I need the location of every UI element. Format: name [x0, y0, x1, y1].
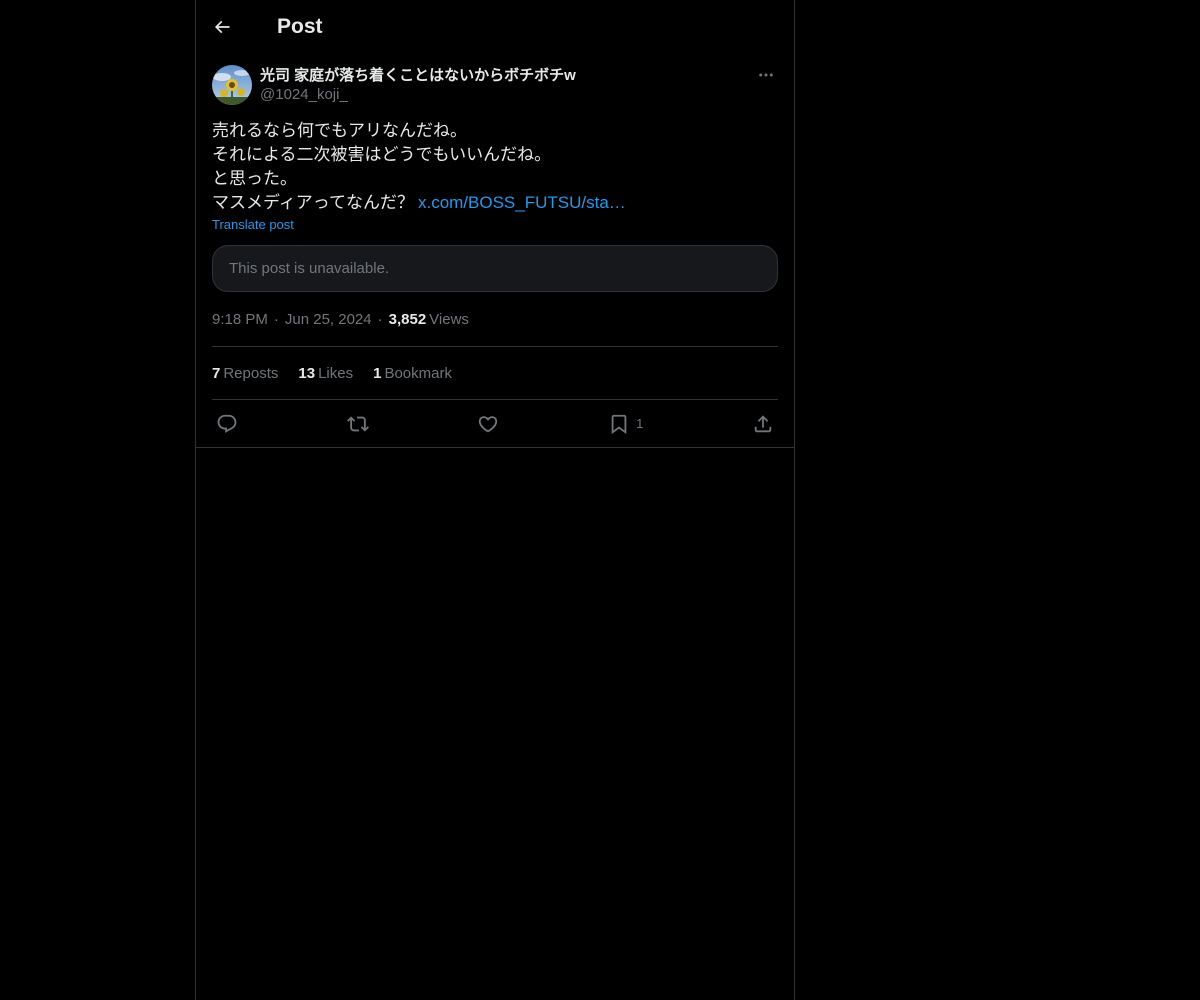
quoted-post-unavailable: This post is unavailable.: [212, 245, 778, 292]
post-metadata: 9:18 PM · Jun 25, 2024 · 3,852 Views: [212, 292, 778, 347]
separator-dot: ·: [273, 310, 279, 328]
bookmarks-label: Bookmark: [384, 364, 452, 382]
post-text: 売れるなら何でもアリなんだね。 それによる二次被害はどうでもいいんだね。 と思っ…: [212, 119, 778, 215]
bookmarks-count: 1: [373, 364, 382, 382]
page-header: Post: [196, 0, 794, 53]
likes-count: 13: [298, 364, 316, 382]
repost-button[interactable]: [346, 413, 369, 435]
reposts-label: Reposts: [223, 364, 279, 382]
author-handle[interactable]: @1024_koji_: [260, 85, 576, 104]
reposts-count: 7: [212, 364, 221, 382]
more-options-button[interactable]: [754, 63, 778, 87]
heart-icon: [479, 415, 498, 432]
likes-label: Likes: [318, 364, 354, 382]
views-label: Views: [429, 310, 469, 328]
author-row: 光司 家庭が落ち着くことはないからボチボチw @1024_koji_: [212, 65, 778, 109]
author-display-name[interactable]: 光司 家庭が落ち着くことはないからボチボチw: [260, 66, 576, 85]
post-text-line: マスメディアってなんだ？: [212, 193, 414, 212]
bookmark-count: 1: [636, 416, 644, 431]
post-link[interactable]: x.com/BOSS_FUTSU/sta…: [418, 193, 626, 212]
reposts-stat[interactable]: 7 Reposts: [212, 365, 278, 382]
engagement-stats: 7 Reposts 13 Likes 1 Bookmark: [212, 347, 778, 400]
post-article: 光司 家庭が落ち着くことはないからボチボチw @1024_koji_ 売れるなら…: [196, 53, 794, 448]
post-time[interactable]: 9:18 PM: [212, 311, 268, 328]
post-date[interactable]: Jun 25, 2024: [285, 311, 372, 328]
post-text-line: それによる二次被害はどうでもいいんだね。: [212, 145, 552, 164]
reply-icon: [217, 414, 237, 433]
page-title: Post: [277, 14, 323, 38]
bookmark-button[interactable]: 1: [608, 413, 643, 435]
unavailable-message: This post is unavailable.: [229, 260, 390, 277]
separator-dot: ·: [377, 310, 383, 328]
bookmark-icon: [611, 414, 627, 434]
action-bar: 1: [212, 400, 778, 447]
share-button[interactable]: [752, 413, 774, 435]
more-horizontal-icon: [759, 73, 773, 77]
avatar[interactable]: [212, 65, 252, 105]
likes-stat[interactable]: 13 Likes: [298, 365, 353, 382]
share-icon: [754, 414, 772, 432]
primary-column: Post 光司 家庭が落ち着くことはないからボチボチw @1024_koji_ …: [195, 0, 795, 1000]
reply-button[interactable]: [216, 413, 238, 435]
views-count: 3,852: [388, 310, 427, 328]
arrow-left-icon: [214, 20, 230, 33]
back-button[interactable]: [205, 10, 239, 44]
post-text-line-with-link: マスメディアってなんだ？ x.com/BOSS_FUTSU/sta…: [212, 191, 778, 215]
post-text-line: と思った。: [212, 169, 297, 188]
post-text-line: 売れるなら何でもアリなんだね。: [212, 121, 467, 140]
author-info: 光司 家庭が落ち着くことはないからボチボチw @1024_koji_: [260, 65, 576, 104]
avatar-image: [212, 65, 252, 105]
like-button[interactable]: [477, 413, 499, 435]
translate-post-link[interactable]: Translate post: [212, 217, 294, 232]
repost-icon: [346, 416, 369, 431]
bookmarks-stat[interactable]: 1 Bookmark: [373, 365, 452, 382]
